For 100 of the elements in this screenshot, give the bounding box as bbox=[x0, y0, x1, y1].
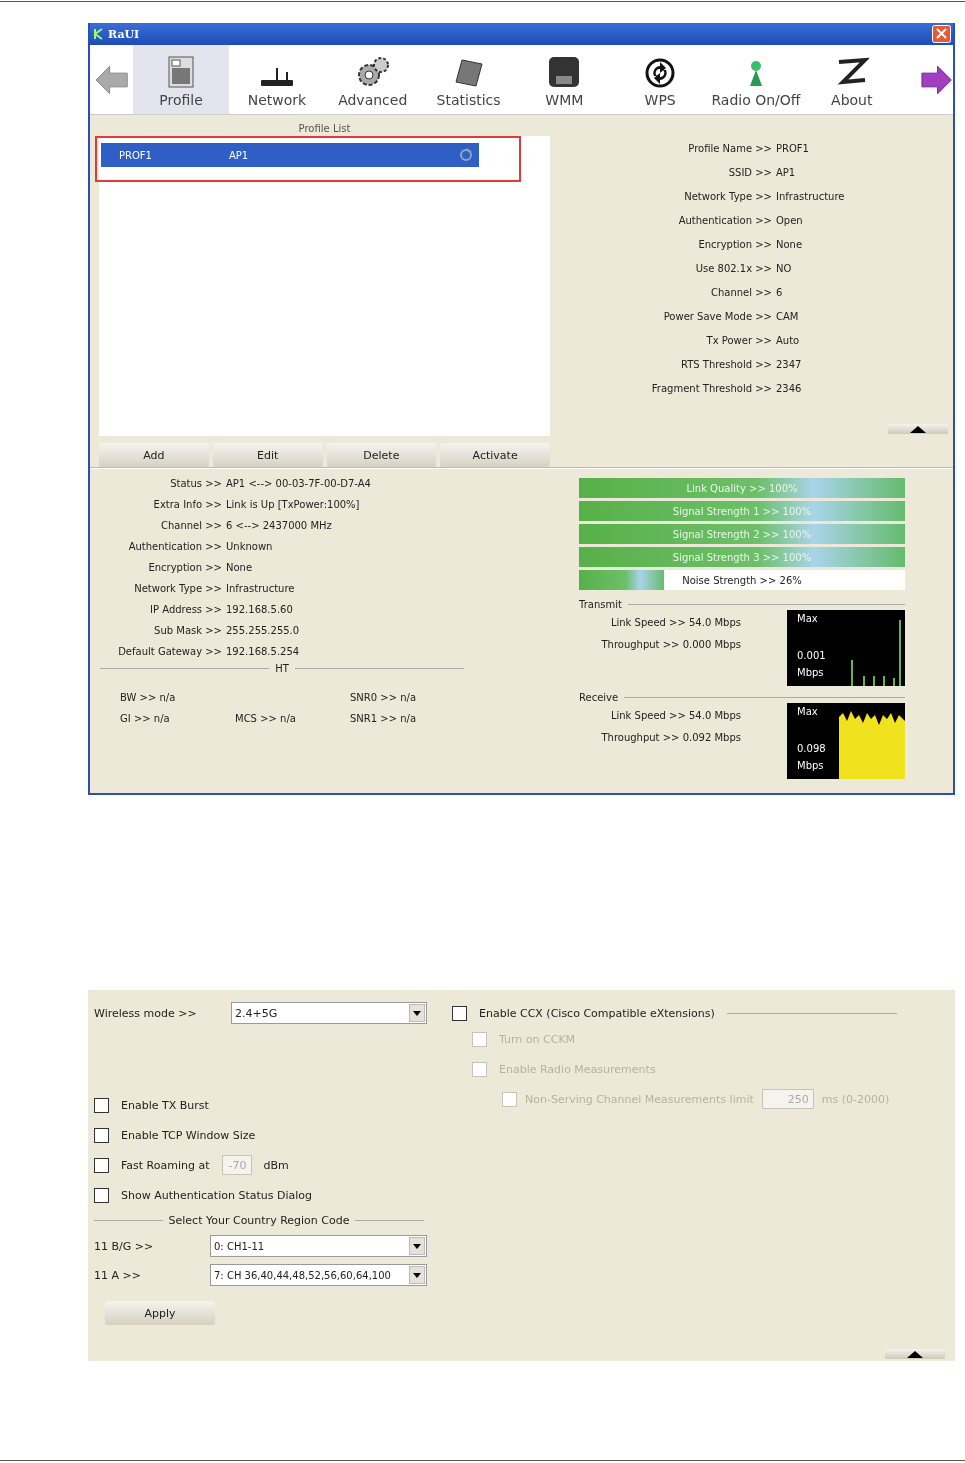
detail-label: Use 802.1x >> bbox=[694, 263, 772, 274]
profile-action-button[interactable]: Delete bbox=[326, 443, 437, 467]
status-label: IP Address >> bbox=[149, 604, 222, 615]
status-label: Sub Mask >> bbox=[153, 625, 222, 636]
connection-icon bbox=[459, 148, 473, 162]
meter-label: Signal Strength 1 >> 100% bbox=[671, 504, 813, 519]
card-icon bbox=[453, 58, 484, 88]
toolbar-tab[interactable]: Advanced bbox=[324, 45, 421, 114]
status-label: Status >> bbox=[169, 478, 222, 489]
toolbar-tab[interactable]: Radio On/Off bbox=[708, 45, 804, 114]
detail-label: Channel >> bbox=[710, 287, 772, 298]
option-label: Show Authentication Status Dialog bbox=[121, 1188, 312, 1202]
detail-label: Power Save Mode >> bbox=[662, 311, 772, 322]
status-value: 192.168.5.254 bbox=[226, 646, 301, 657]
detail-value: None bbox=[776, 239, 804, 250]
status-label: Channel >> bbox=[160, 520, 222, 531]
detail-value: NO bbox=[776, 263, 793, 274]
status-value: 192.168.5.60 bbox=[226, 604, 294, 615]
ht-value: MCS >> n/a bbox=[235, 713, 297, 724]
ht-value: SNR0 >> n/a bbox=[350, 692, 418, 703]
close-icon[interactable] bbox=[932, 25, 951, 43]
detail-value: 6 bbox=[776, 287, 784, 298]
graph-value: 0.098 bbox=[797, 743, 826, 754]
toolbar-tab[interactable]: About bbox=[803, 45, 900, 114]
status-label: Network Type >> bbox=[133, 583, 222, 594]
detail-value: CAM bbox=[776, 311, 800, 322]
toolbar-tab[interactable]: Network bbox=[229, 45, 325, 114]
status-value: 255.255.255.0 bbox=[226, 625, 301, 636]
document-icon bbox=[168, 56, 195, 88]
collapse-button[interactable] bbox=[885, 1349, 945, 1359]
profile-action-button[interactable]: Add bbox=[99, 443, 209, 467]
up-triangle-icon bbox=[910, 425, 926, 433]
detail-value: AP1 bbox=[776, 167, 797, 178]
checkbox[interactable] bbox=[94, 1157, 109, 1173]
detail-label: Profile Name >> bbox=[687, 143, 772, 154]
status-value: AP1 <--> 00-03-7F-00-D7-A4 bbox=[226, 478, 372, 489]
checkbox[interactable] bbox=[452, 1005, 467, 1021]
app-icon bbox=[94, 28, 104, 40]
section-title: HT bbox=[275, 663, 289, 674]
toolbar-tab[interactable]: Statistics bbox=[420, 45, 517, 114]
link-speed: Link Speed >> 54.0 Mbps bbox=[610, 710, 741, 721]
profile-row[interactable]: PROF1 AP1 bbox=[101, 143, 479, 167]
status-label: Default Gateway >> bbox=[117, 646, 222, 657]
profile-action-button[interactable]: Edit bbox=[212, 443, 323, 467]
ht-value: SNR1 >> n/a bbox=[350, 713, 418, 724]
graph-unit: Mbps bbox=[797, 760, 824, 771]
throughput: Throughput >> 0.092 Mbps bbox=[601, 732, 741, 743]
status-label: Encryption >> bbox=[147, 562, 222, 573]
back-arrow-icon[interactable] bbox=[94, 63, 130, 96]
option-label: Enable CCX (Cisco Compatible eXtensions) bbox=[479, 1006, 715, 1020]
router-icon bbox=[258, 66, 295, 88]
status-value: 6 <--> 2437000 MHz bbox=[226, 520, 333, 531]
graph-value: 0.001 bbox=[797, 650, 826, 661]
section-title: Select Your Country Region Code bbox=[168, 1214, 350, 1227]
status-value: None bbox=[226, 562, 254, 573]
graph-unit: Mbps bbox=[797, 667, 824, 678]
region-select[interactable]: 7: CH 36,40,44,48,52,56,60,64,100 bbox=[210, 1264, 427, 1286]
checkbox[interactable] bbox=[94, 1187, 109, 1203]
meter-label: Noise Strength >> 26% bbox=[681, 573, 803, 588]
detail-label: RTS Threshold >> bbox=[679, 359, 772, 370]
wireless-mode-select[interactable]: 2.4+5G bbox=[231, 1002, 427, 1024]
region-select[interactable]: 0: CH1-11 bbox=[210, 1235, 427, 1257]
graph-drawing bbox=[839, 709, 905, 779]
detail-value: Infrastructure bbox=[776, 191, 846, 202]
detail-label: SSID >> bbox=[727, 167, 772, 178]
toolbar-tab[interactable]: WPS bbox=[612, 45, 709, 114]
up-triangle-icon bbox=[907, 1350, 923, 1358]
option-label: Enable TCP Window Size bbox=[121, 1128, 256, 1142]
detail-value: 2347 bbox=[776, 359, 803, 370]
gears-icon bbox=[355, 56, 390, 88]
checkbox[interactable] bbox=[94, 1097, 109, 1113]
meter-label: Signal Strength 2 >> 100% bbox=[671, 527, 813, 542]
graph-max: Max bbox=[797, 706, 818, 717]
field-label: 11 A >> bbox=[94, 1268, 142, 1282]
toolbar-tab[interactable]: Profile bbox=[133, 45, 229, 114]
field-label: Wireless mode >> bbox=[94, 1006, 198, 1020]
graph-max: Max bbox=[797, 613, 818, 624]
status-value: Unknown bbox=[226, 541, 274, 552]
profile-ssid: AP1 bbox=[229, 149, 250, 161]
status-label: Extra Info >> bbox=[152, 499, 222, 510]
status-value: Link is Up [TxPower:100%] bbox=[226, 499, 361, 510]
profile-action-button[interactable]: Activate bbox=[440, 443, 550, 467]
checkbox[interactable] bbox=[94, 1127, 109, 1143]
throughput: Throughput >> 0.000 Mbps bbox=[601, 639, 741, 650]
toolbar-tab[interactable]: WMM bbox=[516, 45, 613, 114]
detail-value: PROF1 bbox=[776, 143, 810, 154]
apply-button[interactable]: Apply bbox=[105, 1301, 215, 1325]
detail-label: Tx Power >> bbox=[705, 335, 772, 346]
detail-value: Auto bbox=[776, 335, 801, 346]
meter-label: Link Quality >> 100% bbox=[685, 481, 799, 496]
meter-label: Signal Strength 3 >> 100% bbox=[671, 550, 813, 565]
link-speed: Link Speed >> 54.0 Mbps bbox=[610, 617, 741, 628]
detail-value: Open bbox=[776, 215, 804, 226]
forward-arrow-icon[interactable] bbox=[919, 63, 953, 96]
collapse-button[interactable] bbox=[888, 424, 948, 434]
option-label: Fast Roaming at bbox=[121, 1158, 210, 1172]
ht-value: GI >> n/a bbox=[120, 713, 171, 724]
status-label: Authentication >> bbox=[127, 541, 222, 552]
detail-label: Encryption >> bbox=[697, 239, 772, 250]
chip-icon bbox=[548, 56, 581, 88]
